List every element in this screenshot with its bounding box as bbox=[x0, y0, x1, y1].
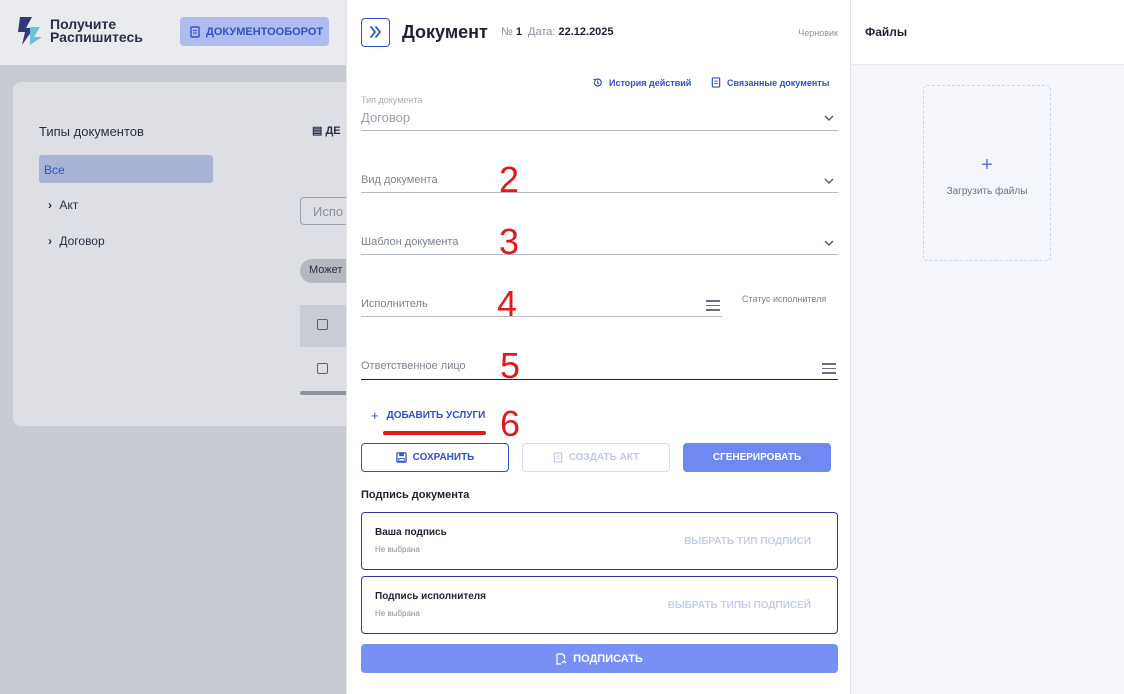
document-date: Дата: 22.12.2025 bbox=[528, 26, 614, 38]
doc-type-label: Акт bbox=[59, 198, 79, 212]
document-kind-select[interactable]: Вид документа bbox=[361, 160, 838, 193]
document-kind-placeholder: Вид документа bbox=[361, 174, 438, 186]
add-services-button[interactable]: + ДОБАВИТЬ УСЛУГИ bbox=[371, 408, 485, 423]
responsible-person-field[interactable]: Ответственное лицо bbox=[361, 346, 838, 380]
annotation-number: 3 bbox=[499, 221, 520, 262]
chevron-right-icon: › bbox=[48, 198, 52, 212]
background-checkbox[interactable] bbox=[317, 363, 328, 374]
double-chevron-right-icon bbox=[370, 26, 382, 38]
create-act-button[interactable]: СОЗДАТЬ АКТ bbox=[522, 443, 670, 472]
logo[interactable]: Получите Распишитесь bbox=[16, 15, 143, 47]
signature-card: Ваша подпись Не выбрана ВЫБРАТЬ ТИП ПОДП… bbox=[361, 512, 838, 570]
sign-document-icon bbox=[556, 652, 567, 665]
list-menu-icon[interactable] bbox=[822, 363, 836, 377]
history-link-label: История действий bbox=[609, 77, 692, 88]
signature-card-state: Не выбрана bbox=[375, 545, 420, 554]
signature-card-name: Подпись исполнителя bbox=[375, 591, 486, 602]
nav-document-flow-button[interactable]: ДОКУМЕНТООБОРОТ bbox=[180, 17, 329, 46]
list-menu-icon[interactable] bbox=[706, 300, 720, 314]
logo-icon bbox=[16, 15, 44, 47]
choose-signature-types-button[interactable]: ВЫБРАТЬ ТИПЫ ПОДПИСЕЙ bbox=[668, 600, 811, 611]
add-services-label: ДОБАВИТЬ УСЛУГИ bbox=[386, 410, 486, 421]
document-icon bbox=[711, 77, 721, 88]
document-icon bbox=[553, 452, 562, 463]
executor-status: Статус исполнителя bbox=[742, 294, 827, 304]
doc-type-label: Договор bbox=[59, 234, 105, 248]
background-tab-label: ДЕ bbox=[325, 125, 341, 137]
annotation-number: 5 bbox=[500, 345, 521, 386]
doc-type-tree-item[interactable]: › Договор bbox=[48, 234, 105, 248]
history-icon bbox=[593, 78, 602, 87]
annotation-number: 4 bbox=[497, 283, 518, 324]
related-documents-link[interactable]: Связанные документы bbox=[711, 77, 829, 88]
document-icon bbox=[190, 25, 200, 38]
background-search-input[interactable]: Испо bbox=[300, 197, 350, 225]
chevron-right-icon: › bbox=[48, 234, 52, 248]
save-button[interactable]: СОХРАНИТЬ bbox=[361, 443, 509, 472]
chevron-down-icon bbox=[824, 178, 834, 184]
chevron-down-icon bbox=[824, 115, 834, 121]
signature-card-state: Не выбрана bbox=[375, 609, 420, 618]
signature-section-title: Подпись документа bbox=[361, 489, 470, 501]
plus-icon: + bbox=[981, 154, 993, 176]
related-documents-label: Связанные документы bbox=[727, 77, 830, 88]
document-type-value: Договор bbox=[361, 110, 411, 125]
background-checkbox[interactable] bbox=[317, 319, 328, 330]
create-act-label: СОЗДАТЬ АКТ bbox=[568, 452, 640, 463]
upload-dropzone[interactable]: + Загрузить файлы bbox=[923, 85, 1051, 261]
document-number: № 1 bbox=[501, 26, 522, 38]
executor-field[interactable]: Исполнитель bbox=[361, 284, 722, 317]
history-link[interactable]: История действий bbox=[592, 77, 691, 88]
signature-card-name: Ваша подпись bbox=[375, 527, 447, 538]
background-tab[interactable]: ▤ ДЕ bbox=[312, 124, 348, 137]
status-badge: Черновик bbox=[798, 28, 838, 38]
executor-placeholder: Исполнитель bbox=[361, 298, 428, 310]
sign-button-label: ПОДПИСАТЬ bbox=[573, 652, 643, 665]
document-icon: ▤ bbox=[312, 125, 323, 137]
files-panel: Файлы + Загрузить файлы bbox=[850, 0, 1124, 694]
number-value: 1 bbox=[515, 26, 522, 38]
nav-document-flow-label: ДОКУМЕНТООБОРОТ bbox=[206, 25, 324, 38]
annotation-number: 2 bbox=[499, 159, 520, 200]
background-filter-pill[interactable]: Может bbox=[300, 259, 350, 283]
collapse-drawer-button[interactable] bbox=[361, 18, 390, 47]
save-icon bbox=[395, 452, 407, 463]
page-title: Документ bbox=[402, 22, 488, 42]
background-scrollbar[interactable] bbox=[300, 391, 350, 395]
document-template-placeholder: Шаблон документа bbox=[361, 236, 459, 248]
files-title: Файлы bbox=[865, 25, 908, 39]
chevron-down-icon bbox=[824, 240, 834, 246]
doc-type-tree-item[interactable]: › Акт bbox=[48, 198, 78, 212]
date-label: Дата: bbox=[528, 26, 556, 38]
number-label: № bbox=[501, 26, 513, 38]
date-value: 22.12.2025 bbox=[558, 26, 614, 38]
document-type-select[interactable]: Тип документа Договор bbox=[361, 95, 838, 131]
annotation-underline bbox=[383, 431, 486, 435]
document-types-title: Типы документов bbox=[39, 124, 144, 139]
generate-label: СГЕНЕРИРОВАТЬ bbox=[712, 452, 802, 463]
doc-type-all[interactable]: Все bbox=[39, 155, 213, 183]
responsible-person-placeholder: Ответственное лицо bbox=[361, 360, 466, 372]
document-type-label: Тип документа bbox=[361, 95, 423, 105]
choose-signature-type-button[interactable]: ВЫБРАТЬ ТИП ПОДПИСИ bbox=[684, 536, 811, 547]
generate-button[interactable]: СГЕНЕРИРОВАТЬ bbox=[683, 443, 831, 472]
document-template-select[interactable]: Шаблон документа bbox=[361, 222, 838, 255]
signature-card: Подпись исполнителя Не выбрана ВЫБРАТЬ Т… bbox=[361, 576, 838, 634]
save-button-label: СОХРАНИТЬ bbox=[412, 452, 475, 463]
logo-text: Получите Распишитесь bbox=[50, 17, 143, 45]
logo-line-2: Распишитесь bbox=[50, 29, 143, 45]
sign-button[interactable]: ПОДПИСАТЬ bbox=[361, 644, 838, 673]
plus-icon: + bbox=[371, 408, 379, 423]
files-header: Файлы bbox=[851, 0, 1124, 65]
upload-label: Загрузить файлы bbox=[946, 186, 1028, 197]
annotation-number: 6 bbox=[500, 403, 521, 444]
